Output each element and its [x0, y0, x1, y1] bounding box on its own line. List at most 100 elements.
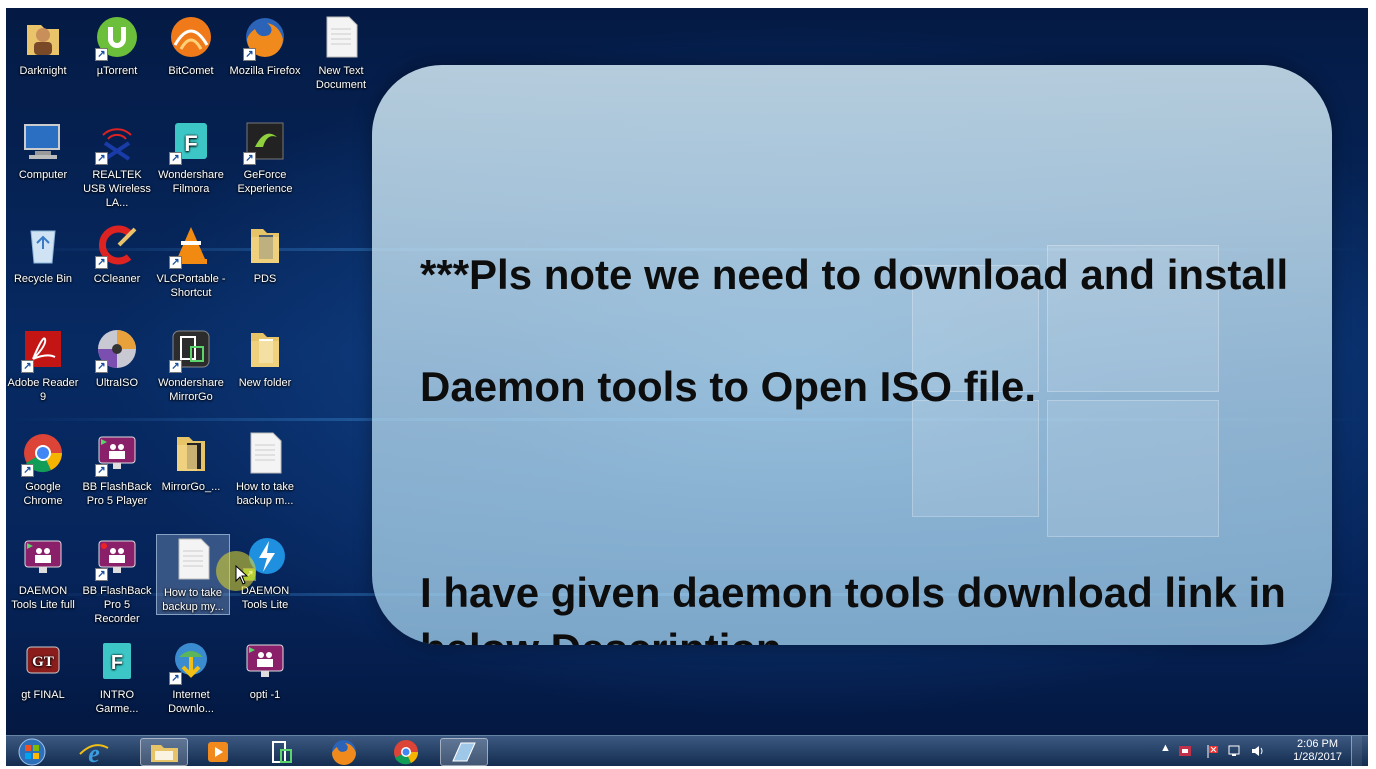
desktop-icon-firefox[interactable]: ↗ Mozilla Firefox — [228, 10, 302, 78]
desktop-icon-ultraiso[interactable]: ↗ UltraISO — [80, 322, 154, 390]
shortcut-arrow-icon: ↗ — [95, 568, 108, 581]
desktop-icon-google-chrome[interactable]: ↗ Google Chrome — [6, 426, 80, 508]
taskbar-firefox[interactable] — [324, 738, 364, 766]
network-icon[interactable] — [1228, 744, 1242, 758]
filmora-icon: F ↗ — [169, 119, 213, 165]
taskbar-recorder[interactable] — [440, 738, 488, 766]
icon-label: µTorrent — [96, 65, 138, 77]
desktop-icon-opti-1[interactable]: opti -1 — [228, 634, 302, 702]
network-app-tray-icon[interactable] — [1178, 744, 1192, 758]
desktop-icon-adobe-reader[interactable]: ↗ Adobe Reader 9 — [6, 322, 80, 404]
shortcut-arrow-icon: ↗ — [169, 256, 182, 269]
icon-label: PDS — [253, 273, 277, 285]
shortcut-arrow-icon: ↗ — [243, 48, 256, 61]
clock-time: 2:06 PM — [1297, 738, 1339, 750]
user-folder-icon — [21, 15, 65, 59]
desktop-icon-internet-download-manager[interactable]: ↗ Internet Downlo... — [154, 634, 228, 716]
bitcomet-icon — [169, 15, 213, 59]
icon-label: Computer — [18, 169, 68, 181]
ultraiso-icon: ↗ — [95, 327, 139, 373]
text-document-icon — [319, 15, 363, 59]
desktop-icon-ccleaner[interactable]: ↗ CCleaner — [80, 218, 154, 286]
icon-label: CCleaner — [93, 273, 141, 285]
shortcut-arrow-icon: ↗ — [21, 464, 34, 477]
shortcut-arrow-icon: ↗ — [95, 256, 108, 269]
desktop-icon-pds[interactable]: PDS — [228, 218, 302, 286]
desktop-icon-gt-final[interactable]: GT gt FINAL — [6, 634, 80, 702]
firefox-icon — [332, 740, 356, 765]
media-player-icon — [208, 742, 228, 762]
icon-label: DAEMON Tools Lite full — [11, 585, 75, 611]
start-button[interactable] — [12, 738, 52, 766]
icon-label: gt FINAL — [21, 689, 65, 701]
folder-icon — [169, 431, 213, 475]
icon-label: Wondershare MirrorGo — [158, 377, 224, 403]
file-explorer-icon — [151, 745, 178, 762]
icon-label: UltraISO — [95, 377, 139, 389]
geforce-icon: ↗ — [243, 119, 287, 165]
shortcut-arrow-icon: ↗ — [169, 672, 182, 685]
icon-label: opti -1 — [249, 689, 281, 701]
desktop-icon-vlc[interactable]: ↗ VLCPortable - Shortcut — [154, 218, 228, 300]
mirrorgo-icon: ↗ — [169, 327, 213, 373]
shortcut-arrow-icon: ↗ — [95, 152, 108, 165]
svg-text:F: F — [184, 131, 197, 156]
shortcut-arrow-icon: ↗ — [169, 152, 182, 165]
icon-label: BB FlashBack Pro 5 Player — [82, 481, 152, 507]
clock[interactable]: 2:06 PM 1/28/2017 — [1293, 738, 1342, 764]
chrome-icon: ↗ — [21, 431, 65, 477]
taskbar-mirrorgo[interactable] — [262, 738, 302, 766]
taskbar-chrome[interactable] — [386, 738, 426, 766]
desktop-icon-geforce[interactable]: ↗ GeForce Experience — [228, 114, 302, 196]
mirrorgo-icon — [272, 741, 292, 763]
shortcut-arrow-icon: ↗ — [21, 360, 34, 373]
desktop-icon-mirrorgo[interactable]: ↗ Wondershare MirrorGo — [154, 322, 228, 404]
icon-label: BitComet — [168, 65, 214, 77]
internet-explorer-icon: e — [79, 739, 109, 766]
flashback-player-icon: ↗ — [95, 431, 139, 477]
desktop-icon-how-to-take-backup-m[interactable]: How to take backup m... — [228, 426, 302, 508]
note-overlay: ***Pls note we need to download and inst… — [372, 65, 1332, 645]
desktop-icon-realtek[interactable]: ↗ REALTEK USB Wireless LA... — [80, 114, 154, 210]
taskbar-internet-explorer[interactable]: e — [74, 738, 114, 766]
shortcut-arrow-icon: ↗ — [95, 360, 108, 373]
icon-label: INTRO Garme... — [95, 689, 139, 715]
taskbar-media-player[interactable] — [198, 738, 238, 766]
desktop-icon-darknight[interactable]: Darknight — [6, 10, 80, 78]
icon-label: Recycle Bin — [13, 273, 73, 285]
icon-label: Darknight — [19, 65, 67, 77]
filmora-icon: F — [95, 639, 139, 683]
mouse-cursor-icon — [235, 565, 249, 585]
icon-label: GeForce Experience — [237, 169, 293, 195]
adobe-reader-icon: ↗ — [21, 327, 65, 373]
icon-label: MirrorGo_... — [161, 481, 221, 493]
desktop-icon-filmora[interactable]: F ↗ Wondershare Filmora — [154, 114, 228, 196]
desktop-icon-recycle-bin[interactable]: Recycle Bin — [6, 218, 80, 286]
icon-label: How to take backup my... — [162, 587, 224, 613]
vlc-icon: ↗ — [169, 223, 213, 269]
clock-date: 1/28/2017 — [1293, 751, 1342, 763]
svg-text:e: e — [88, 739, 100, 766]
volume-icon[interactable] — [1250, 744, 1264, 758]
show-desktop-button[interactable] — [1351, 736, 1362, 766]
desktop-icon-flashback-recorder[interactable]: ↗ BB FlashBack Pro 5 Recorder — [80, 530, 154, 626]
shortcut-arrow-icon: ↗ — [95, 464, 108, 477]
desktop-icon-bitcomet[interactable]: BitComet — [154, 10, 228, 78]
desktop-icon-computer[interactable]: Computer — [6, 114, 80, 182]
taskbar-file-explorer[interactable] — [140, 738, 188, 766]
flashback-recorder-icon: ↗ — [95, 535, 139, 581]
action-center-flag-icon[interactable] — [1206, 744, 1220, 758]
firefox-icon: ↗ — [243, 15, 287, 61]
note-line-3: I have given daemon tools download link … — [420, 569, 1286, 645]
desktop-icon-new-folder[interactable]: New folder — [228, 322, 302, 390]
desktop-icon-intro-garme[interactable]: F INTRO Garme... — [80, 634, 154, 716]
flashback-player-icon — [243, 639, 287, 683]
desktop-icon-utorrent[interactable]: ↗ µTorrent — [80, 10, 154, 78]
show-hidden-icons-button[interactable]: ▲ — [1160, 742, 1174, 756]
folder-icon — [243, 327, 287, 371]
desktop-icon-new-text-document[interactable]: New Text Document — [304, 10, 378, 92]
daemon-tools-full-icon — [21, 535, 65, 579]
desktop-icon-flashback-player[interactable]: ↗ BB FlashBack Pro 5 Player — [80, 426, 154, 508]
desktop-icon-mirrorgo-folder[interactable]: MirrorGo_... — [154, 426, 228, 494]
desktop-icon-daemon-tools-full[interactable]: DAEMON Tools Lite full — [6, 530, 80, 612]
